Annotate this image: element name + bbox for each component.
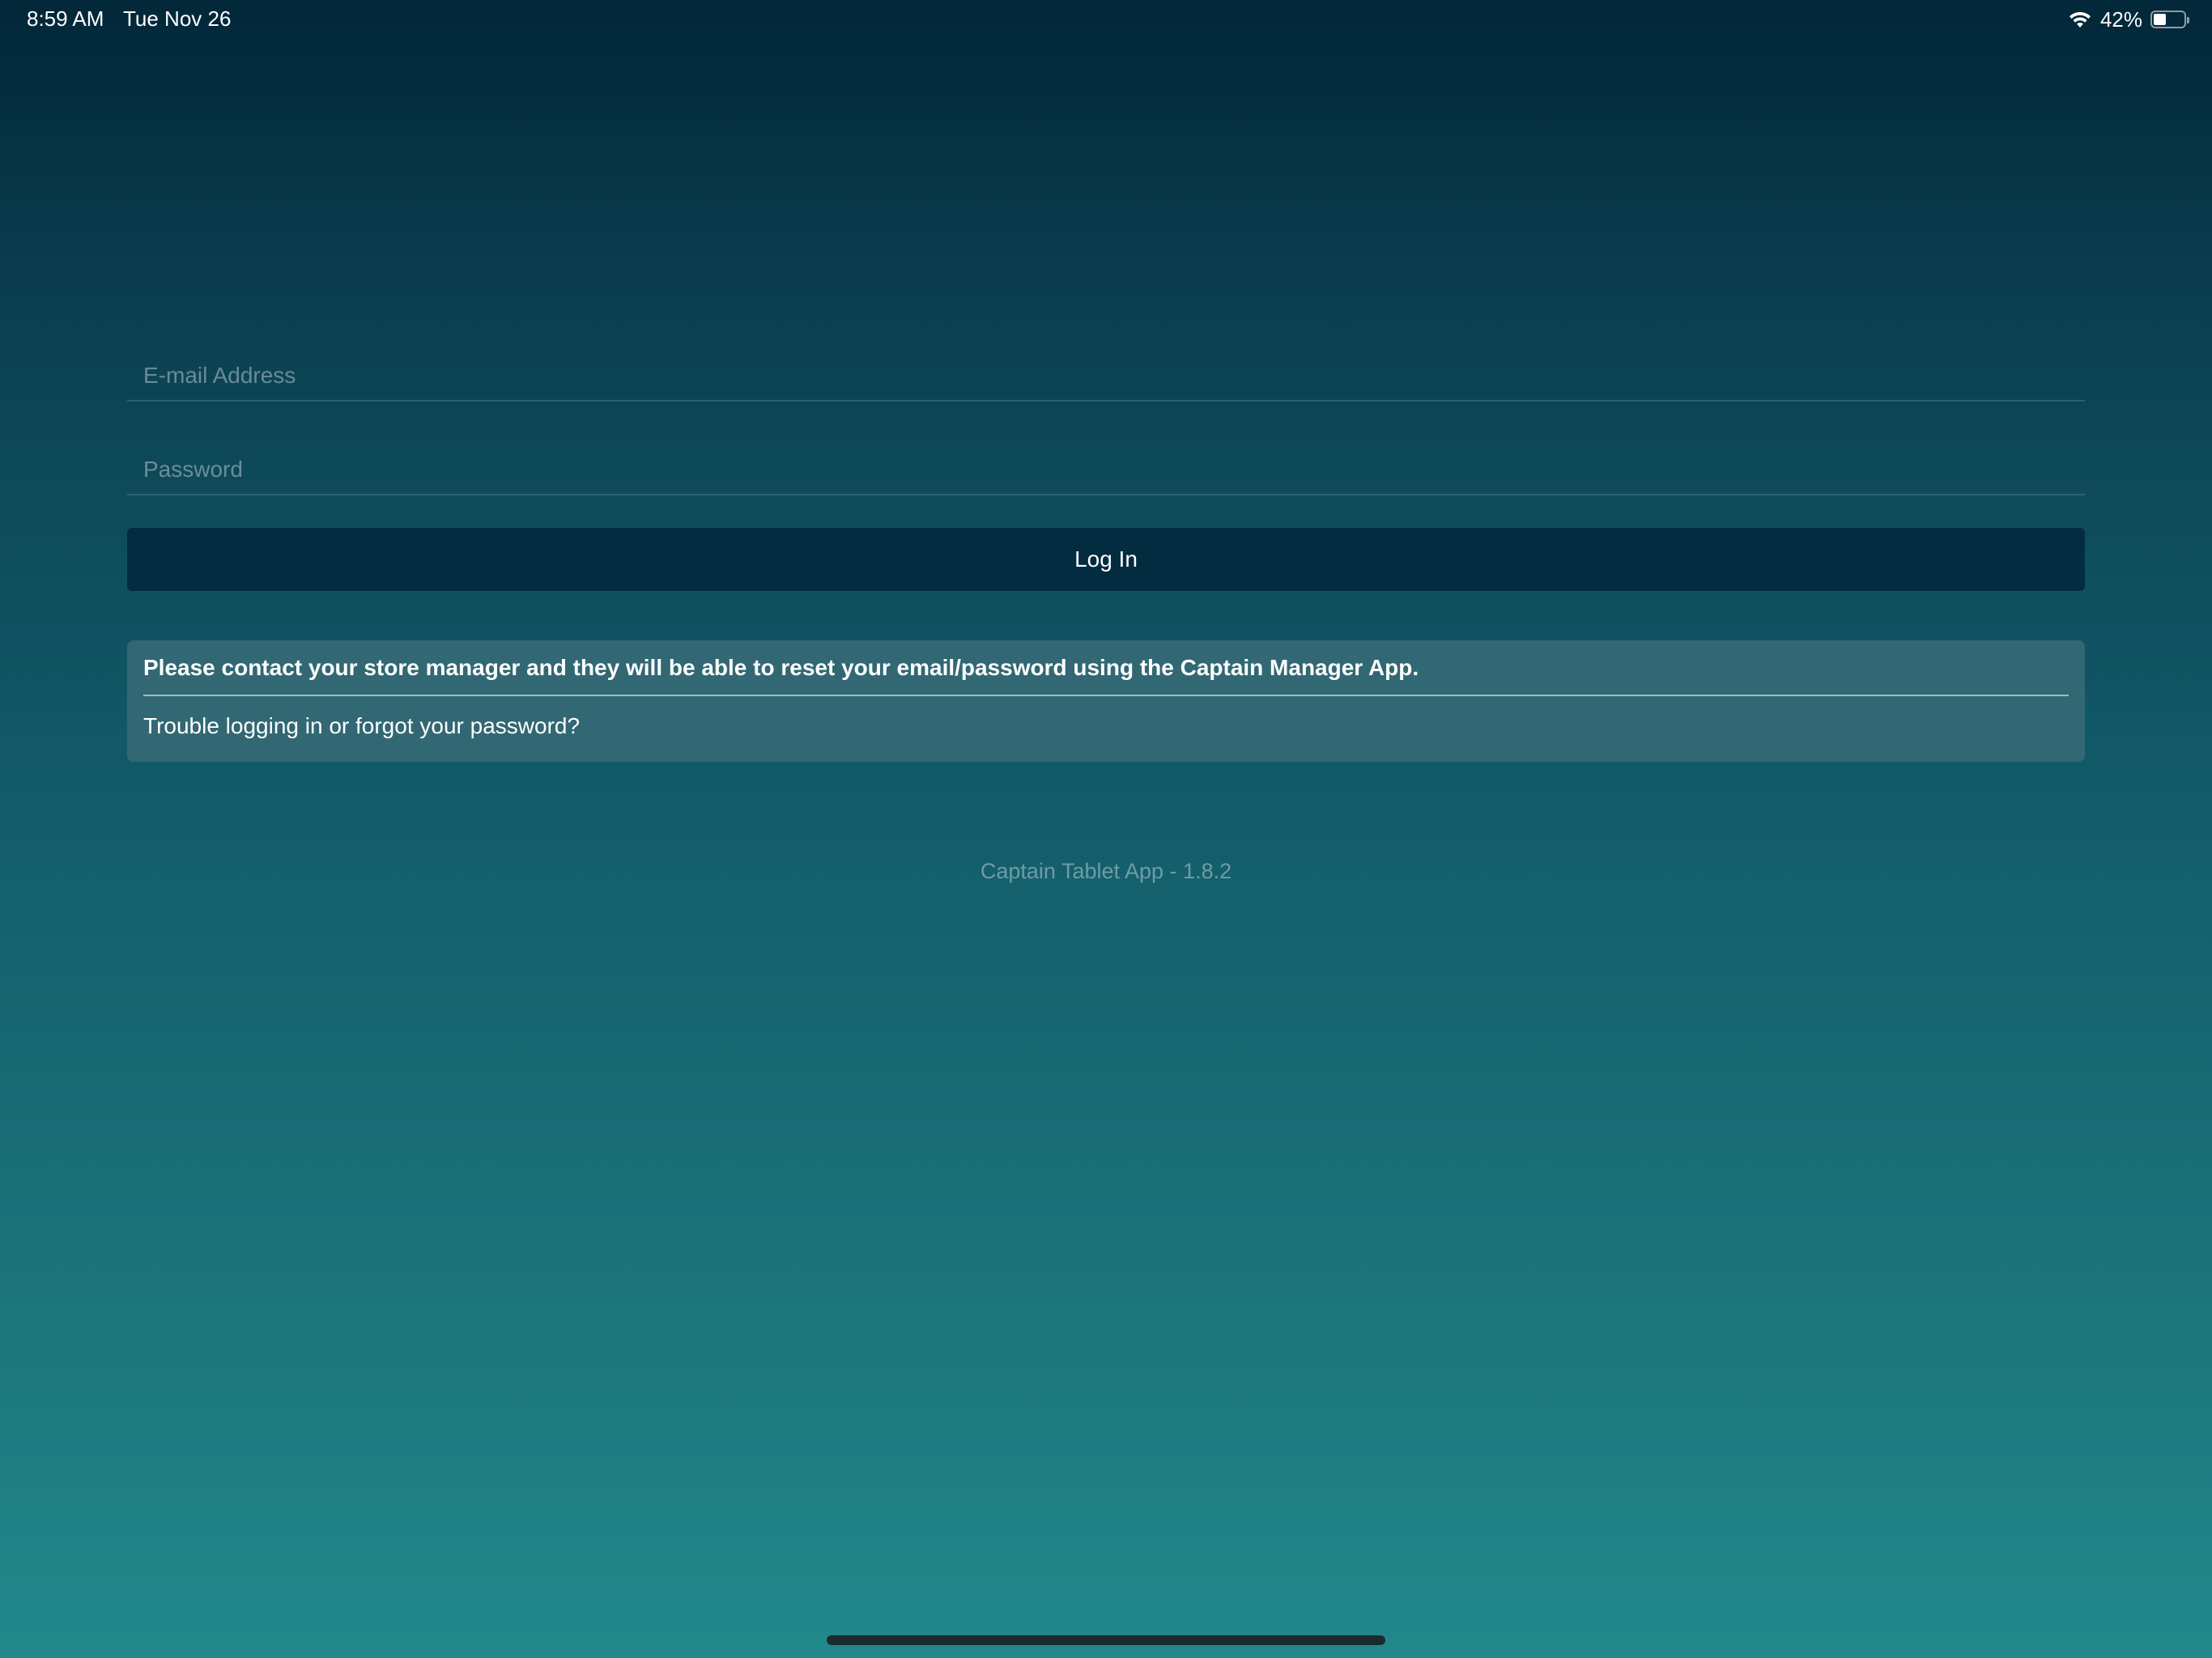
battery-icon: [2150, 11, 2189, 28]
email-field[interactable]: [127, 337, 2085, 402]
login-button-label: Log In: [1074, 546, 1138, 572]
home-indicator[interactable]: [827, 1635, 1385, 1645]
status-time: 8:59 AM: [27, 6, 104, 31]
wifi-icon: [2068, 10, 2092, 29]
password-field[interactable]: [127, 431, 2085, 495]
app-version: Captain Tablet App - 1.8.2: [980, 859, 1232, 883]
password-input[interactable]: [143, 457, 2070, 483]
help-divider: [143, 695, 2069, 696]
battery-level-fill: [2154, 14, 2166, 25]
status-indicators: 42%: [2068, 6, 2189, 33]
email-input[interactable]: [143, 363, 2070, 389]
login-button[interactable]: Log In: [127, 528, 2085, 591]
help-panel: Please contact your store manager and th…: [127, 640, 2085, 762]
trouble-logging-in-link[interactable]: Trouble logging in or forgot your passwo…: [143, 713, 580, 739]
help-message: Please contact your store manager and th…: [143, 655, 1419, 680]
battery-percent: 42%: [2099, 6, 2142, 32]
status-bar: 8:59 AM Tue Nov 26 42%: [0, 0, 2212, 39]
status-date: Tue Nov 26: [123, 6, 232, 31]
